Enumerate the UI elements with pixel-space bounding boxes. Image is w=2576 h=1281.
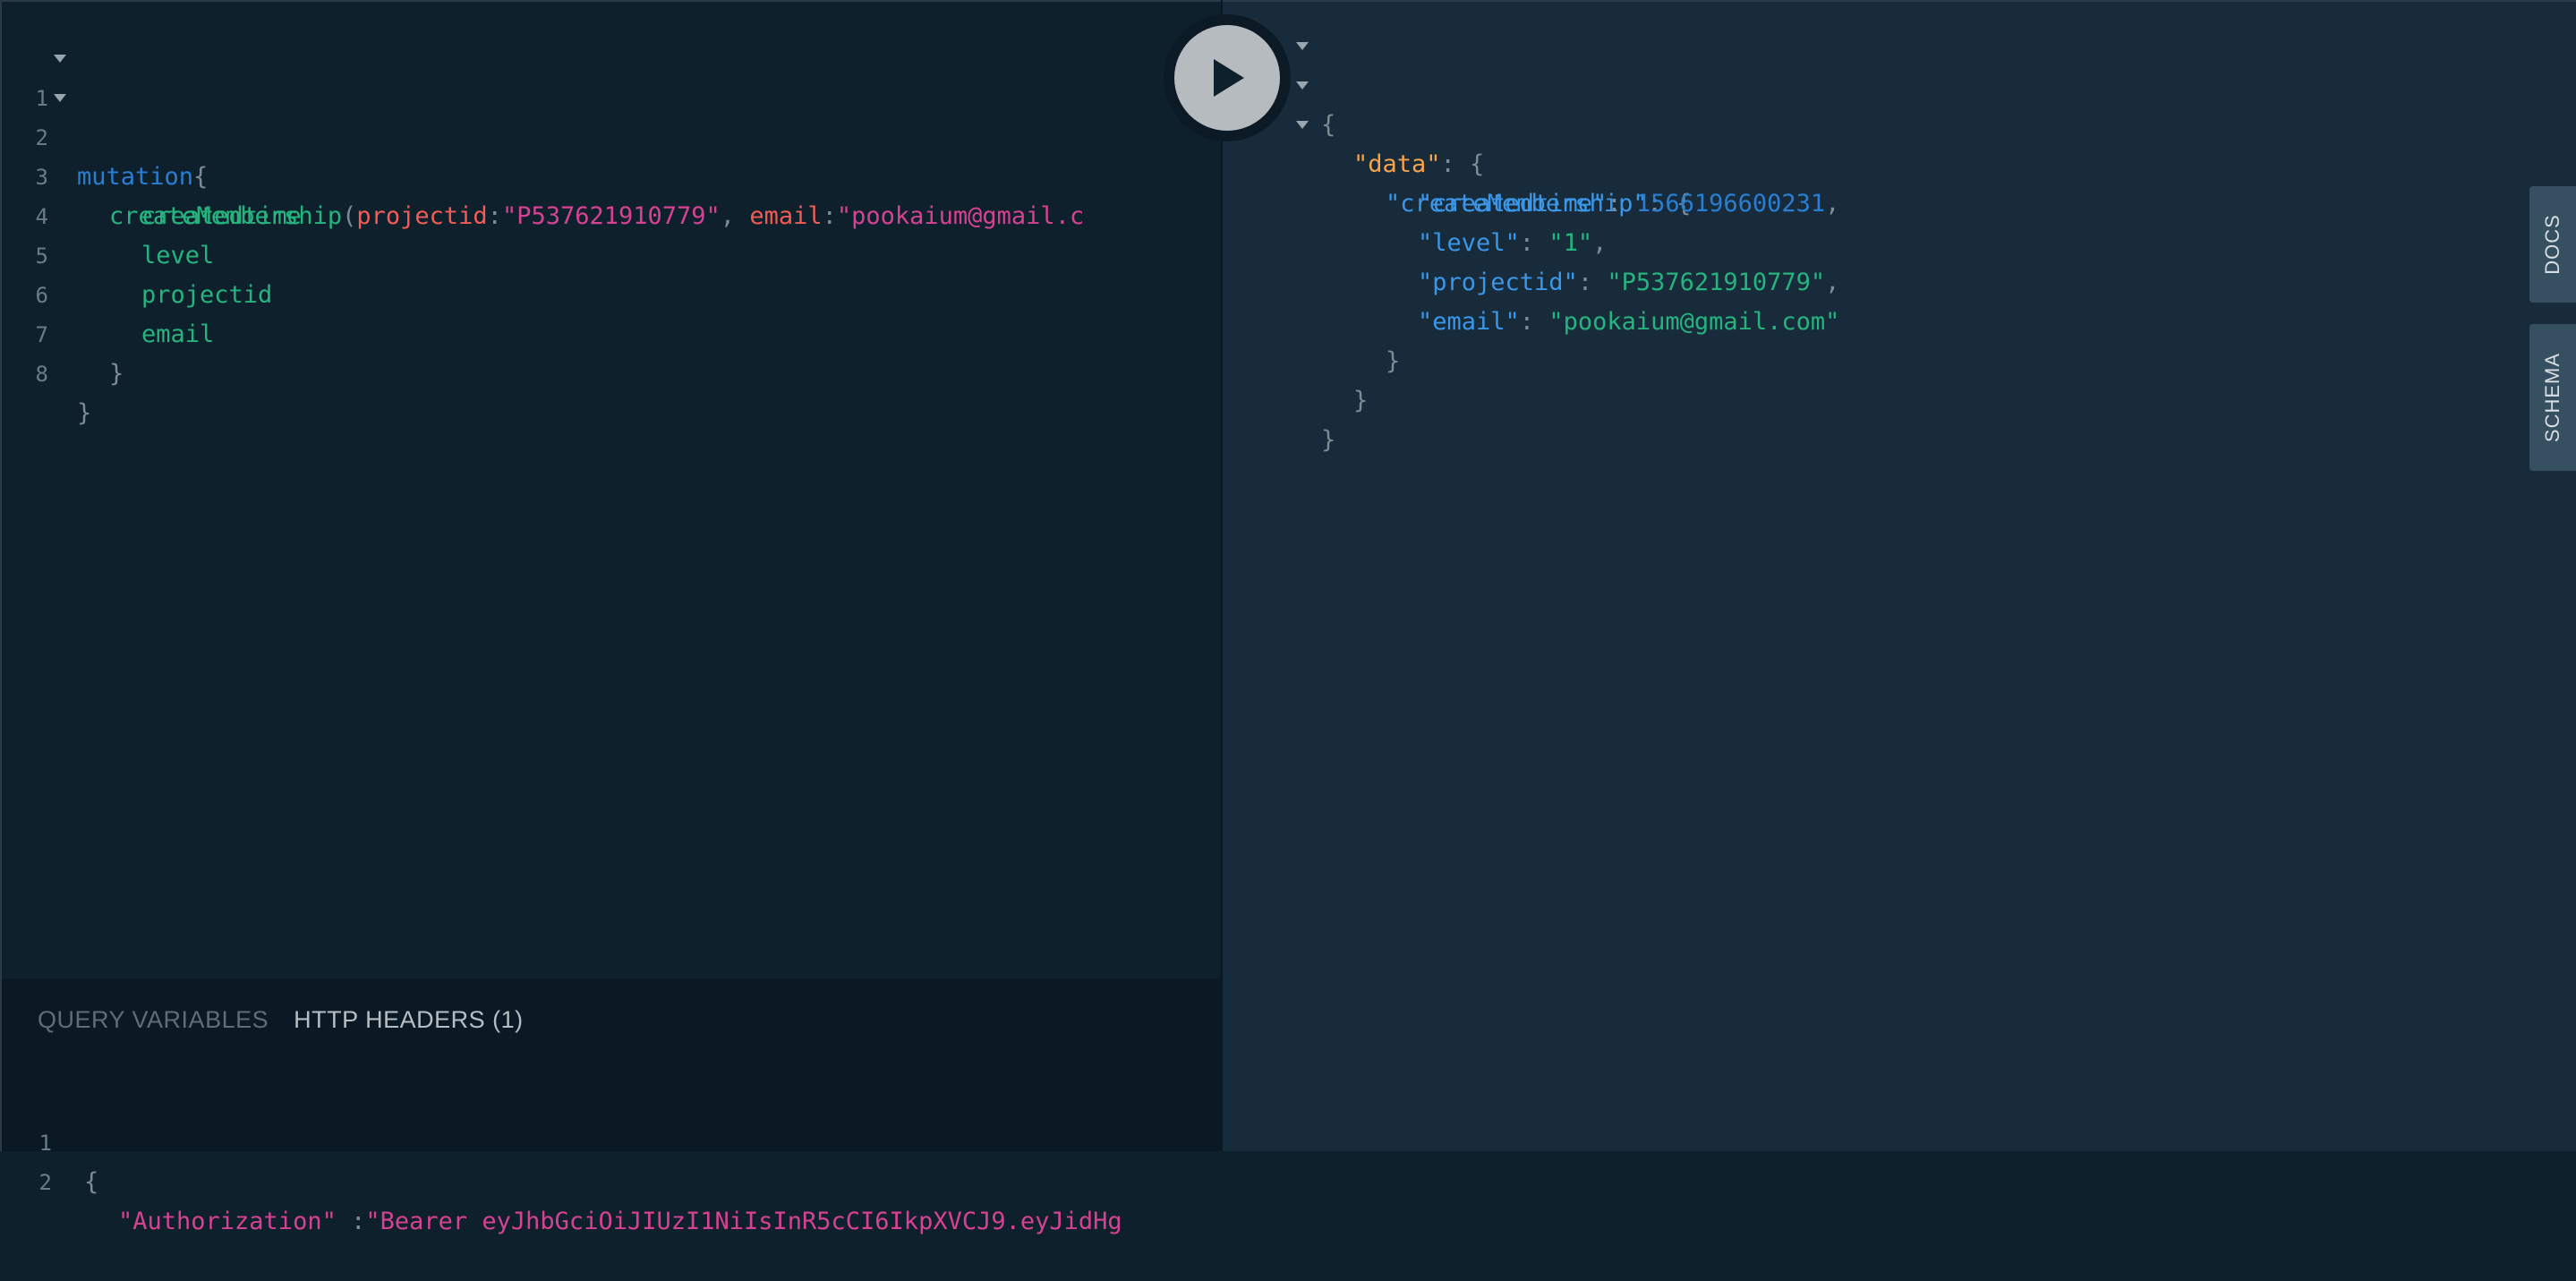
chevron-down-icon[interactable] bbox=[1296, 42, 1309, 50]
brace: { bbox=[193, 163, 209, 191]
colon-brace: : { bbox=[1440, 150, 1485, 178]
result-key: "email" bbox=[1418, 308, 1520, 336]
field-name: email bbox=[141, 320, 215, 348]
result-line: "email": "pookaium@gmail.com" bbox=[1418, 308, 1840, 336]
line-number: 8 bbox=[35, 362, 48, 387]
result-line: } bbox=[1223, 381, 1335, 454]
brace: { bbox=[1321, 111, 1336, 139]
tab-query-variables[interactable]: QUERY VARIABLES bbox=[38, 1002, 269, 1038]
result-value: "pookaium@gmail.com" bbox=[1548, 308, 1840, 336]
chevron-down-icon[interactable] bbox=[1296, 121, 1309, 129]
header-value: "Bearer eyJhbGciOiJIUzI1NiIsInR5cCI6IkpX… bbox=[365, 1208, 1122, 1235]
result-line: } bbox=[1223, 303, 1400, 375]
field-name: createdtime bbox=[141, 202, 302, 230]
result-value: "1" bbox=[1548, 229, 1593, 257]
paren: ( bbox=[342, 202, 357, 230]
brace: } bbox=[1353, 387, 1369, 414]
code-line: 8 } bbox=[2, 315, 92, 427]
code-line: 4 level bbox=[2, 158, 215, 269]
comma: , bbox=[1825, 269, 1840, 296]
result-line: } bbox=[1223, 342, 1368, 414]
comma: , bbox=[1825, 190, 1840, 218]
header-line[interactable]: 1 { bbox=[2, 1084, 99, 1196]
field-name: level bbox=[141, 242, 215, 269]
brace: { bbox=[84, 1168, 99, 1196]
result-viewer: { "data": { "createMembership": { "creat… bbox=[1223, 0, 2576, 1151]
colon: : bbox=[336, 1208, 366, 1235]
data-key: "data" bbox=[1353, 150, 1441, 178]
code-line: 7 } bbox=[2, 276, 124, 388]
code-line: 3 createdtime bbox=[2, 118, 302, 230]
argument-value: "pookaium@gmail.c bbox=[836, 202, 1085, 230]
run-query-button[interactable] bbox=[1174, 25, 1280, 131]
argument-value: "P537621910779" bbox=[501, 202, 721, 230]
header-key: "Authorization" bbox=[118, 1208, 337, 1235]
result-line: "projectid": "P537621910779", bbox=[1418, 269, 1840, 296]
colon: : bbox=[487, 202, 502, 230]
mutation-keyword: mutation bbox=[77, 163, 194, 191]
line-number: 2 bbox=[38, 1170, 52, 1195]
chevron-down-icon[interactable] bbox=[1296, 81, 1309, 90]
result-line: "createdtime": 1566196600231, bbox=[1418, 190, 1840, 218]
bottom-tabs: QUERY VARIABLES HTTP HEADERS (1) bbox=[38, 1002, 542, 1038]
code-line: 6 email bbox=[2, 236, 215, 348]
comma: , bbox=[1592, 229, 1608, 257]
result-line: "level": "1", bbox=[1418, 229, 1608, 257]
play-icon bbox=[1214, 59, 1244, 97]
schema-tab[interactable]: SCHEMA bbox=[2529, 324, 2576, 471]
argument-name: projectid bbox=[356, 202, 488, 230]
comma: , bbox=[720, 202, 736, 230]
header-line[interactable]: 2 "Authorization" :"Bearer eyJhbGciOiJIU… bbox=[2, 1123, 1122, 1235]
docs-tab-label: DOCS bbox=[2541, 214, 2563, 275]
brace: } bbox=[77, 399, 92, 427]
result-value: "P537621910779" bbox=[1607, 269, 1826, 296]
chevron-down-icon[interactable] bbox=[54, 94, 66, 102]
brace: } bbox=[1321, 426, 1336, 454]
code-line: 2 createMembership(projectid:"P537621910… bbox=[2, 79, 1084, 230]
chevron-down-icon[interactable] bbox=[54, 55, 66, 63]
colon: : bbox=[822, 202, 837, 230]
variables-panel: QUERY VARIABLES HTTP HEADERS (1) 1 { 2 "… bbox=[0, 978, 1223, 1235]
argument-name: email bbox=[749, 202, 823, 230]
result-key: "level" bbox=[1418, 229, 1520, 257]
result-key: "projectid" bbox=[1418, 269, 1578, 296]
brace: } bbox=[1386, 347, 1401, 375]
docs-tab[interactable]: DOCS bbox=[2529, 186, 2576, 303]
field-name: projectid bbox=[141, 281, 273, 309]
schema-tab-label: SCHEMA bbox=[2541, 352, 2563, 443]
result-key: "createdtime" bbox=[1418, 190, 1608, 218]
result-value: 1566196600231 bbox=[1635, 190, 1826, 218]
code-line: 1 mutation{ bbox=[2, 39, 208, 191]
tab-http-headers[interactable]: HTTP HEADERS (1) bbox=[294, 1002, 524, 1038]
brace: } bbox=[109, 360, 124, 388]
code-line: 5 projectid bbox=[2, 197, 273, 309]
